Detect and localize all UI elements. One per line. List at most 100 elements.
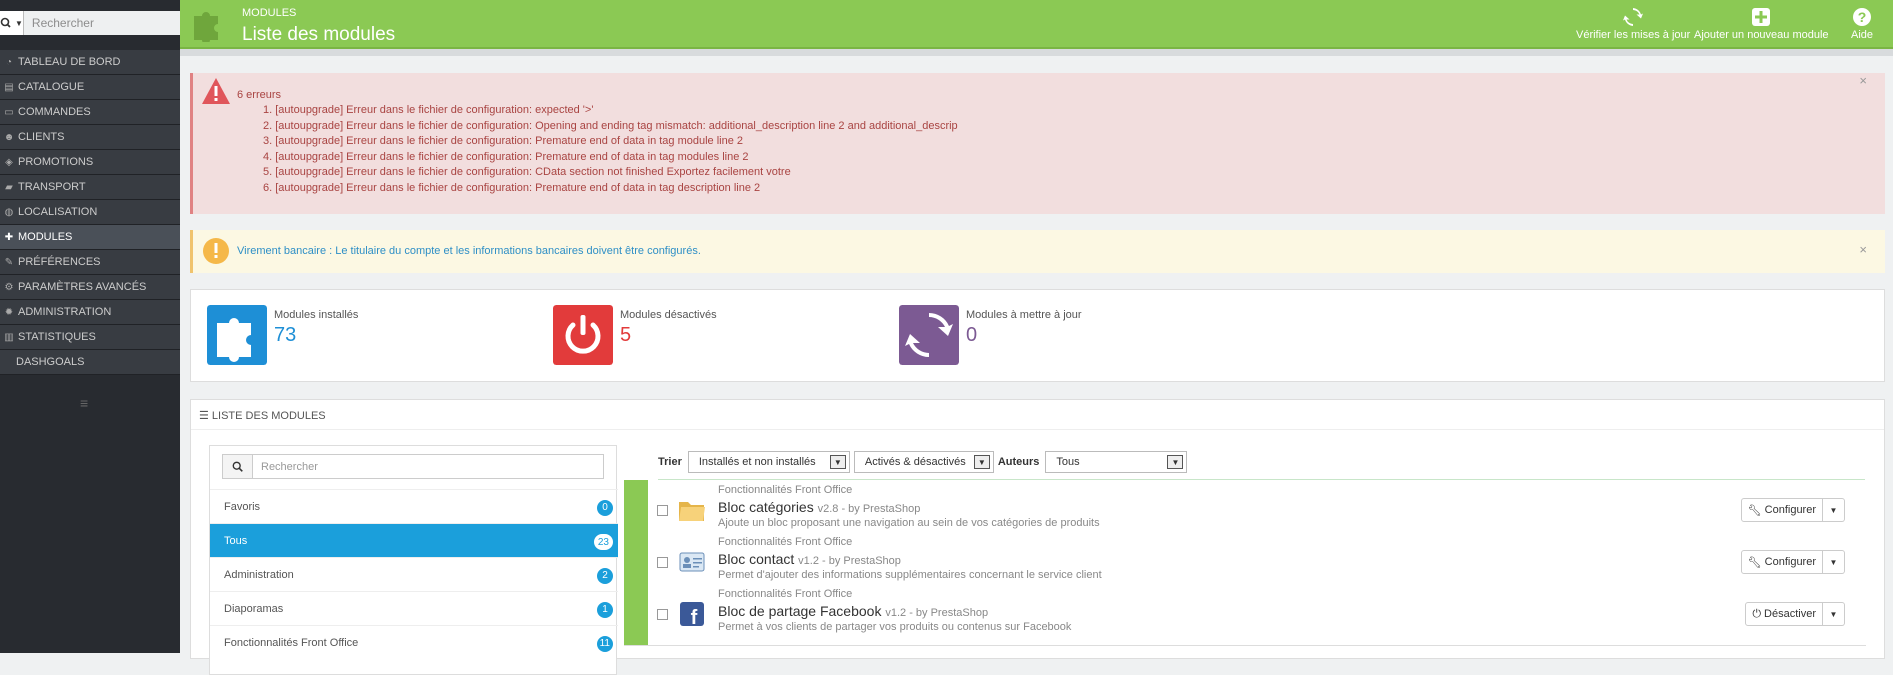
- kpi-value: 0: [966, 324, 978, 346]
- menu-item-transport[interactable]: ▰ TRANSPORT: [0, 175, 180, 200]
- menu-item-dashgoals[interactable]: DASHGOALS: [0, 350, 180, 375]
- menu-item-label: COMMANDES: [18, 106, 91, 118]
- check-updates-button[interactable]: Vérifier les mises à jour: [1576, 7, 1690, 41]
- menu-item-orders[interactable]: ▭ COMMANDES: [0, 100, 180, 125]
- module-description: Permet à vos clients de partager vos pro…: [718, 621, 1072, 633]
- menu-item-label: PROMOTIONS: [18, 156, 94, 168]
- puzzle-icon: [207, 305, 267, 365]
- cogs-icon: ⚙: [4, 281, 14, 293]
- menu-item-catalog[interactable]: ▤ CATALOGUE: [0, 75, 180, 100]
- catalog-icon: ▤: [4, 81, 14, 93]
- warning-message[interactable]: Virement bancaire : Le titulaire du comp…: [237, 245, 701, 257]
- wrench-icon: ✎: [4, 256, 14, 268]
- puzzle-icon: [194, 12, 218, 42]
- filter-bar: Trier Installés et non installés ▼ Activé…: [658, 451, 1191, 473]
- menu-item-label: PRÉFÉRENCES: [18, 256, 101, 268]
- module-version: v1.2 - by PrestaShop: [798, 555, 901, 567]
- sidebar-search: ▼: [0, 11, 187, 35]
- category-label: Diaporamas: [224, 602, 284, 615]
- warning-triangle-icon: [202, 78, 230, 104]
- search-dropdown-button[interactable]: ▼: [0, 11, 24, 35]
- menu-item-label: CATALOGUE: [18, 81, 85, 93]
- module-checkbox[interactable]: [657, 557, 668, 568]
- menu-item-label: ADMINISTRATION: [18, 306, 112, 318]
- close-error-button[interactable]: ×: [1859, 73, 1867, 88]
- actions-dropdown-button[interactable]: ▼: [1823, 498, 1845, 522]
- credit-card-icon: ▭: [4, 106, 14, 118]
- module-search: [222, 454, 604, 479]
- menu-item-dashboard[interactable]: ◔ TABLEAU DE BORD: [0, 50, 180, 75]
- module-checkbox[interactable]: [657, 505, 668, 516]
- sidebar-search-input[interactable]: [23, 11, 187, 35]
- actions-dropdown-button[interactable]: ▼: [1823, 550, 1845, 574]
- status-filter-select[interactable]: Activés & désactivés ▼: [853, 451, 994, 473]
- category-count-badge: 11: [596, 636, 613, 652]
- search-icon: [0, 17, 11, 28]
- module-actions: 🔧︎ Configurer ▼: [1740, 498, 1845, 522]
- power-icon: [553, 305, 613, 365]
- menu-item-modules[interactable]: ✚ MODULES: [0, 225, 180, 250]
- select-value: Tous: [1056, 456, 1080, 468]
- configure-button[interactable]: 🔧︎ Configurer: [1740, 498, 1823, 522]
- menu-item-advanced-parameters[interactable]: ⚙ PARAMÈTRES AVANCÉS: [0, 275, 180, 300]
- truck-icon: ▰: [5, 181, 13, 193]
- breadcrumb[interactable]: MODULES: [242, 7, 296, 19]
- category-administration[interactable]: Administration 2: [210, 557, 618, 591]
- category-slideshows[interactable]: Diaporamas 1: [210, 591, 618, 625]
- menu-item-promotions[interactable]: ◈ PROMOTIONS: [0, 150, 180, 175]
- configure-button[interactable]: 🔧︎ Configurer: [1740, 550, 1823, 574]
- warning-circle-icon: [203, 238, 229, 264]
- module-checkbox[interactable]: [657, 609, 668, 620]
- category-label: Tous: [224, 534, 248, 547]
- module-actions: 🔧︎ Configurer ▼: [1740, 550, 1845, 574]
- collapse-menu-icon[interactable]: ≡: [80, 395, 88, 411]
- authors-filter-select[interactable]: Tous ▼: [1045, 451, 1188, 473]
- help-label: Aide: [1851, 29, 1874, 41]
- module-description: Ajoute un bloc proposant une navigation …: [718, 517, 1100, 529]
- kpi-label: Modules installés: [274, 309, 359, 321]
- menu-item-localization[interactable]: ◍ LOCALISATION: [0, 200, 180, 225]
- button-label: Désactiver: [1764, 608, 1816, 620]
- category-all[interactable]: Tous 23: [210, 523, 618, 557]
- actions-dropdown-button[interactable]: ▼: [1823, 602, 1845, 626]
- svg-text:f: f: [691, 607, 698, 627]
- add-module-label: Ajouter un nouveau module: [1694, 29, 1829, 41]
- search-button[interactable]: [223, 455, 253, 478]
- module-name: Bloc contact v1.2 - by PrestaShop: [718, 551, 901, 567]
- module-name-text: Bloc catégories: [718, 499, 814, 515]
- help-button[interactable]: ? Aide: [1851, 7, 1873, 41]
- menu-item-statistics[interactable]: ▥ STATISTIQUES: [0, 325, 180, 350]
- globe-icon: ◍: [4, 206, 14, 218]
- disable-button[interactable]: ⏻ Désactiver: [1745, 602, 1823, 626]
- menu-item-label: CLIENTS: [18, 131, 65, 143]
- cog-icon: ✹: [4, 306, 14, 318]
- module-version: v1.2 - by PrestaShop: [885, 607, 989, 619]
- error-item: 5. [autoupgrade] Erreur dans le fichier …: [263, 166, 791, 179]
- category-front-office[interactable]: Fonctionnalités Front Office 11: [210, 625, 618, 659]
- menu-item-label: PARAMÈTRES AVANCÉS: [18, 281, 147, 293]
- menu-item-label: DASHGOALS: [16, 356, 85, 368]
- module-category: Fonctionnalités Front Office: [718, 484, 853, 496]
- error-count: 6 erreurs: [237, 89, 282, 101]
- tag-icon: ◈: [5, 156, 13, 168]
- module-actions: ⏻ Désactiver ▼: [1745, 602, 1845, 626]
- add-icon: [1752, 8, 1771, 26]
- module-search-input[interactable]: [253, 455, 603, 478]
- menu-item-administration[interactable]: ✹ ADMINISTRATION: [0, 300, 180, 325]
- install-filter-select[interactable]: Installés et non installés ▼: [687, 451, 850, 473]
- category-count-badge: 1: [597, 602, 613, 618]
- button-label: Configurer: [1764, 556, 1816, 568]
- close-warning-button[interactable]: ×: [1859, 242, 1867, 257]
- module-description: Permet d'ajouter des informations supplé…: [718, 569, 1102, 581]
- menu-item-customers[interactable]: ☻ CLIENTS: [0, 125, 180, 150]
- category-label: Administration: [224, 568, 294, 581]
- page-header: MODULES Liste des modules Vérifier les m…: [180, 0, 1893, 49]
- error-item: 4. [autoupgrade] Erreur dans le fichier …: [263, 150, 749, 163]
- menu-item-label: STATISTIQUES: [18, 331, 96, 343]
- category-panel: Favoris 0 Tous 23 Administration 2 Diaporam…: [209, 445, 618, 675]
- folder-icon: [679, 502, 705, 521]
- category-favorites[interactable]: Favoris 0: [210, 489, 618, 523]
- add-module-button[interactable]: Ajouter un nouveau module: [1694, 7, 1829, 41]
- category-count-badge: 0: [597, 500, 613, 516]
- menu-item-preferences[interactable]: ✎ PRÉFÉRENCES: [0, 250, 180, 275]
